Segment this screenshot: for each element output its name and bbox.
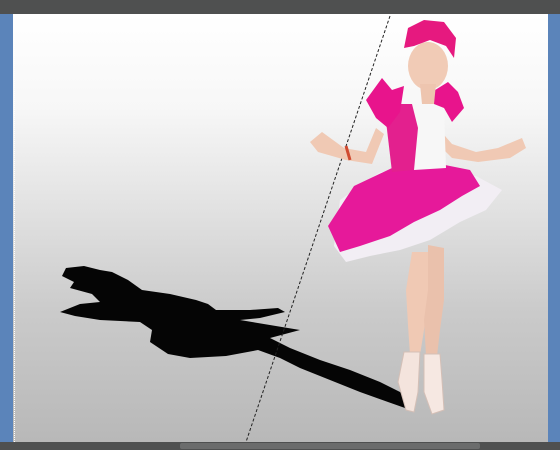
scrollbar-thumb[interactable] <box>180 443 480 449</box>
face <box>408 42 448 90</box>
right-pointe-shoe <box>423 353 445 415</box>
canvas-artwork <box>60 15 526 442</box>
title-bar <box>0 0 560 14</box>
right-panel-edge <box>548 14 560 442</box>
neck <box>420 84 436 104</box>
document-canvas[interactable] <box>13 14 548 442</box>
cast-shadow <box>60 266 412 408</box>
left-leg <box>406 252 428 355</box>
selection-edge-left <box>14 14 15 442</box>
left-panel-edge <box>0 14 13 442</box>
right-arm <box>436 128 526 162</box>
